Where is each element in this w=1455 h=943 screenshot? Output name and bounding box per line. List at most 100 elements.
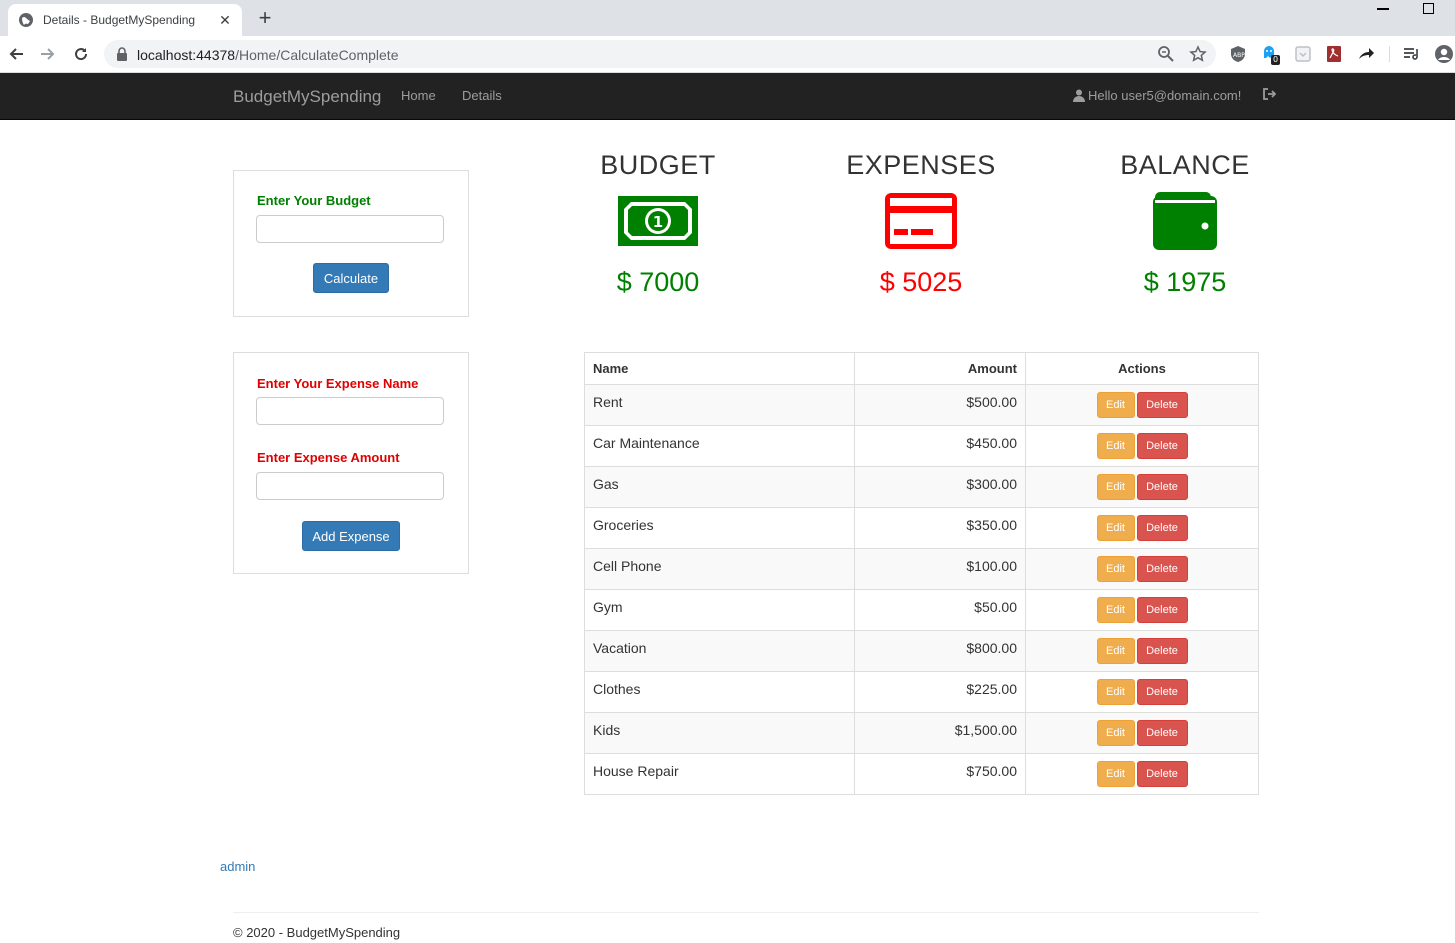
actions-cell: Edit Delete <box>1025 548 1259 590</box>
budget-label: Enter Your Budget <box>257 193 371 208</box>
svg-text:1: 1 <box>653 213 663 231</box>
delete-button[interactable]: Delete <box>1136 433 1188 459</box>
expense-name-cell: Gym <box>584 589 855 631</box>
admin-link[interactable]: admin <box>220 859 255 874</box>
extension-badge: 0 <box>1271 55 1281 65</box>
close-tab-icon[interactable]: ✕ <box>218 12 232 28</box>
delete-button[interactable]: Delete <box>1136 597 1188 623</box>
user-icon <box>1073 89 1085 102</box>
budget-summary: BUDGET 1 $ 7000 <box>558 150 758 298</box>
name-column-header: Name <box>584 352 855 385</box>
zoom-icon[interactable] <box>1157 45 1175 63</box>
table-row: Gym $50.00 Edit Delete <box>584 589 1259 631</box>
expenses-title: EXPENSES <box>846 150 996 180</box>
edit-button[interactable]: Edit <box>1096 556 1135 582</box>
expense-name-cell: Clothes <box>584 671 855 713</box>
delete-button[interactable]: Delete <box>1136 761 1188 787</box>
user-greeting-text: Hello user5@domain.com! <box>1088 88 1242 103</box>
expenses-value: $ 5025 <box>879 267 963 297</box>
minimize-window-icon[interactable] <box>1377 8 1389 10</box>
expense-amount-cell: $500.00 <box>854 384 1026 426</box>
expense-form-panel: Enter Your Expense Name Enter Expense Am… <box>233 352 469 574</box>
edit-button[interactable]: Edit <box>1096 515 1135 541</box>
edit-button[interactable]: Edit <box>1096 392 1135 418</box>
expenses-summary: EXPENSES $ 5025 <box>821 150 1021 298</box>
table-row: Kids $1,500.00 Edit Delete <box>584 712 1259 754</box>
brand-link[interactable]: BudgetMySpending <box>233 87 381 107</box>
edit-button[interactable]: Edit <box>1096 679 1135 705</box>
browser-tabstrip: Details - BudgetMySpending ✕ + <box>0 0 1455 36</box>
expense-amount-cell: $100.00 <box>854 548 1026 590</box>
edit-button[interactable]: Edit <box>1096 761 1135 787</box>
expense-amount-cell: $1,500.00 <box>854 712 1026 754</box>
delete-button[interactable]: Delete <box>1136 556 1188 582</box>
pdf-extension-icon[interactable] <box>1325 45 1343 63</box>
profile-avatar-icon[interactable] <box>1434 44 1454 64</box>
app-navbar: BudgetMySpending Home Details Hello user… <box>0 73 1455 120</box>
copyright-text: © 2020 - BudgetMySpending <box>233 925 401 940</box>
table-row: Vacation $800.00 Edit Delete <box>584 630 1259 672</box>
table-header-row: Name Amount Actions <box>584 352 1259 385</box>
table-row: Rent $500.00 Edit Delete <box>584 384 1259 426</box>
expense-amount-input[interactable] <box>256 472 444 500</box>
adblock-extension-icon[interactable]: ABP <box>1229 45 1247 63</box>
browser-tab[interactable]: Details - BudgetMySpending ✕ <box>8 4 242 36</box>
delete-button[interactable]: Delete <box>1136 392 1188 418</box>
expense-name-input[interactable] <box>256 397 444 425</box>
budget-input[interactable] <box>256 215 444 243</box>
table-row: Car Maintenance $450.00 Edit Delete <box>584 425 1259 467</box>
actions-cell: Edit Delete <box>1025 630 1259 672</box>
user-greeting-link[interactable]: Hello user5@domain.com! <box>1073 88 1241 103</box>
delete-button[interactable]: Delete <box>1136 679 1188 705</box>
budget-value: $ 7000 <box>616 267 700 297</box>
back-icon[interactable] <box>5 43 27 65</box>
forward-icon[interactable] <box>37 43 59 65</box>
delete-button[interactable]: Delete <box>1136 720 1188 746</box>
expense-name-cell: House Repair <box>584 753 855 795</box>
browser-toolbar: localhost:44378/Home/CalculateComplete A… <box>0 36 1455 73</box>
actions-cell: Edit Delete <box>1025 712 1259 754</box>
expense-amount-cell: $50.00 <box>854 589 1026 631</box>
new-tab-icon[interactable]: + <box>256 7 274 29</box>
edit-button[interactable]: Edit <box>1096 638 1135 664</box>
budget-title: BUDGET <box>600 150 716 180</box>
reload-icon[interactable] <box>70 43 92 65</box>
add-expense-button[interactable]: Add Expense <box>302 521 400 551</box>
maximize-window-icon[interactable] <box>1423 3 1434 14</box>
actions-cell: Edit Delete <box>1025 384 1259 426</box>
actions-cell: Edit Delete <box>1025 466 1259 508</box>
actions-cell: Edit Delete <box>1025 425 1259 467</box>
logout-icon[interactable] <box>1262 87 1276 101</box>
edit-button[interactable]: Edit <box>1096 720 1135 746</box>
expense-amount-cell: $450.00 <box>854 425 1026 467</box>
address-bar[interactable]: localhost:44378/Home/CalculateComplete <box>104 40 1216 68</box>
expense-name-cell: Rent <box>584 384 855 426</box>
share-arrow-icon[interactable] <box>1357 45 1375 63</box>
pocket-extension-icon[interactable] <box>1294 45 1312 63</box>
actions-cell: Edit Delete <box>1025 589 1259 631</box>
expense-table: Name Amount Actions Rent $500.00 Edit Delet… <box>584 352 1259 795</box>
calculate-button[interactable]: Calculate <box>313 263 389 293</box>
expense-table-body: Rent $500.00 Edit Delete Car Maintenance $450… <box>584 384 1259 795</box>
actions-cell: Edit Delete <box>1025 507 1259 549</box>
url-text: localhost:44378/Home/CalculateComplete <box>137 47 399 63</box>
nav-details-link[interactable]: Details <box>462 88 502 103</box>
money-bill-icon: 1 <box>618 191 698 251</box>
expense-name-cell: Kids <box>584 712 855 754</box>
expense-amount-cell: $800.00 <box>854 630 1026 672</box>
reading-list-icon[interactable] <box>1402 45 1420 63</box>
delete-button[interactable]: Delete <box>1136 474 1188 500</box>
edit-button[interactable]: Edit <box>1096 474 1135 500</box>
actions-column-header: Actions <box>1025 352 1259 385</box>
edit-button[interactable]: Edit <box>1096 433 1135 459</box>
balance-summary: BALANCE $ 1975 <box>1085 150 1285 298</box>
ghost-extension-icon[interactable]: 0 <box>1262 45 1284 69</box>
table-row: Clothes $225.00 Edit Delete <box>584 671 1259 713</box>
delete-button[interactable]: Delete <box>1136 638 1188 664</box>
edit-button[interactable]: Edit <box>1096 597 1135 623</box>
bookmark-star-icon[interactable] <box>1189 45 1207 63</box>
expense-name-cell: Car Maintenance <box>584 425 855 467</box>
nav-home-link[interactable]: Home <box>401 88 436 103</box>
delete-button[interactable]: Delete <box>1136 515 1188 541</box>
table-row: Groceries $350.00 Edit Delete <box>584 507 1259 549</box>
